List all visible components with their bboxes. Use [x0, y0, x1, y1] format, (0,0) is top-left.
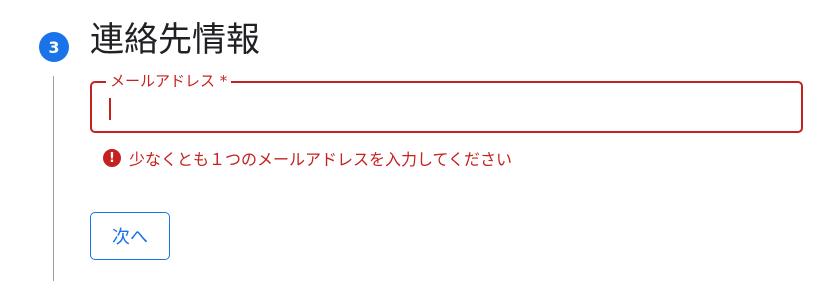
next-button[interactable]: 次へ [90, 212, 170, 260]
email-field-label: メールアドレス * [106, 71, 232, 91]
error-message: 少なくとも１つのメールアドレスを入力してください [129, 150, 513, 169]
step-connector-line [53, 76, 54, 281]
email-input[interactable] [106, 93, 787, 123]
error-message-row: ! 少なくとも１つのメールアドレスを入力してください [103, 146, 512, 170]
step-number-badge: 3 [39, 32, 69, 62]
error-icon: ! [103, 149, 121, 167]
text-cursor [109, 98, 111, 120]
step-title: 連絡先情報 [90, 20, 260, 60]
email-field[interactable]: メールアドレス * [90, 71, 803, 133]
